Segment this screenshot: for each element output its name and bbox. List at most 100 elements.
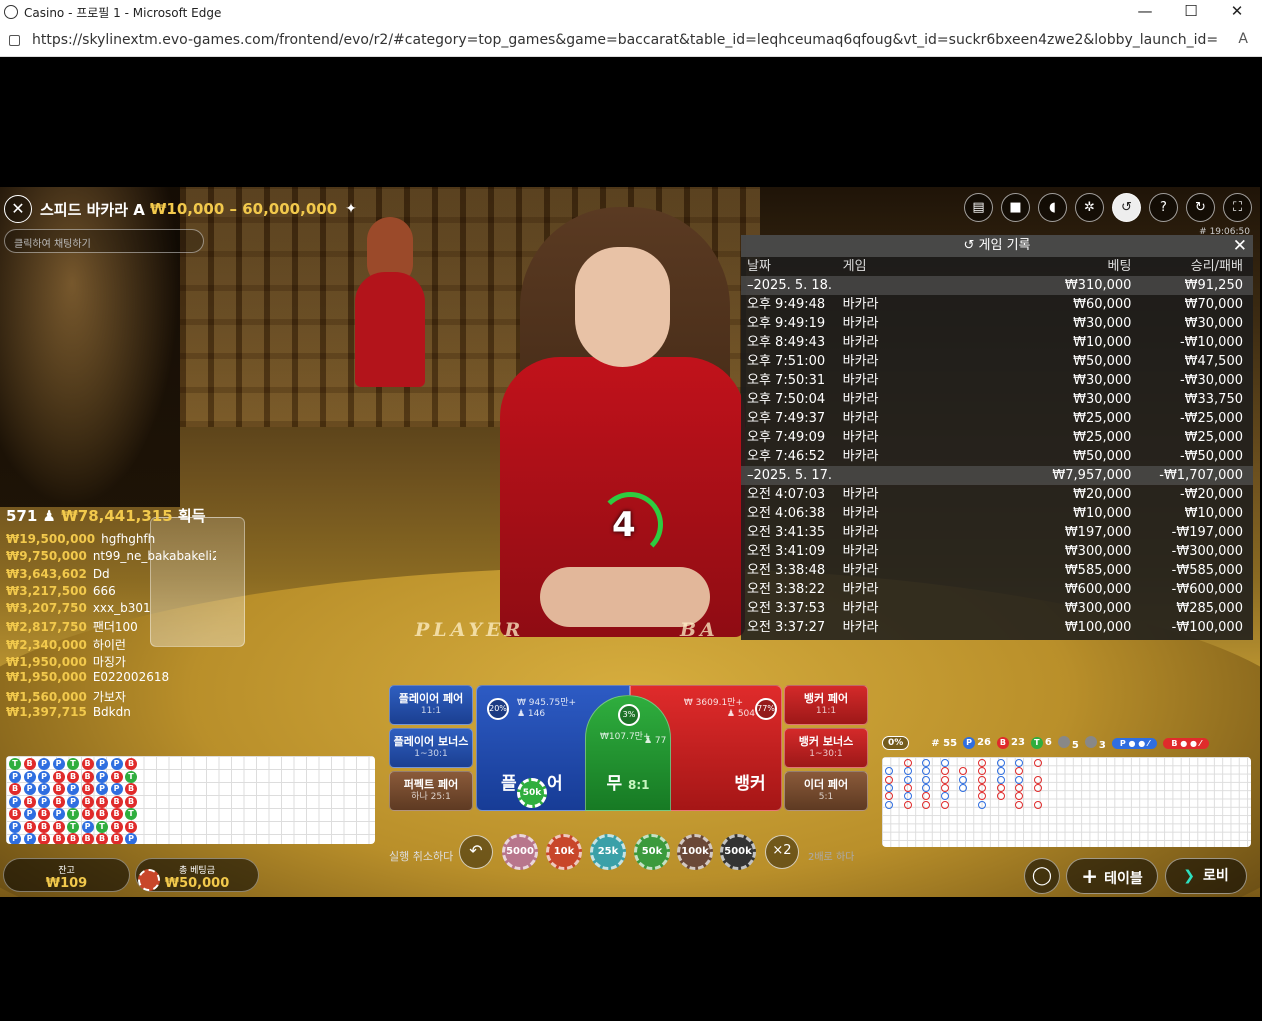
- history-icon[interactable]: ↺: [1112, 193, 1141, 222]
- history-row: 오후 7:46:52 바카라 ₩50,000 -₩50,000: [741, 447, 1253, 466]
- winners-list: 571 ♟ ₩78,441,315 획득 ₩19,500,000 hgfhghfh…: [6, 505, 216, 722]
- history-cell-game: 바카라: [842, 563, 879, 578]
- maximize-button[interactable]: ☐: [1168, 0, 1214, 24]
- history-cell-bet: ₩300,000: [1064, 601, 1132, 616]
- bead-result: B: [9, 808, 21, 820]
- chip-500k[interactable]: 500k: [720, 834, 756, 870]
- big-road-circle: [978, 783, 986, 792]
- balance-pill: 잔고 ₩109: [3, 858, 130, 892]
- big-road-circle: [978, 775, 986, 784]
- history-cell-date: 오후 7:51:00: [747, 354, 826, 369]
- banker-bonus-bet[interactable]: 뱅커 보너스 1~30:1: [784, 728, 868, 768]
- close-history-icon[interactable]: ✕: [1233, 235, 1247, 257]
- chip-50k[interactable]: 50k: [634, 834, 670, 870]
- history-cell-date: 오전 3:41:09: [747, 544, 826, 559]
- perfect-pair-odds: 하나 25:1: [411, 792, 451, 802]
- winner-row: ₩2,817,750 팬더100: [6, 618, 216, 635]
- bead-result: B: [23, 758, 36, 770]
- history-rows: –2025. 5. 18. ₩310,000 ₩91,250 오후 9:49:48 바카…: [741, 276, 1253, 637]
- read-aloud-icon[interactable]: A: [1238, 31, 1248, 47]
- lobby-button[interactable]: ❯ 로비: [1165, 858, 1247, 894]
- bead-result: B: [81, 795, 94, 808]
- big-road-circle: [922, 800, 931, 809]
- bead-result: B: [52, 795, 65, 808]
- bead-result: T: [67, 808, 79, 820]
- table-button[interactable]: + 테이블: [1066, 858, 1158, 894]
- big-road-circle: [1033, 800, 1042, 809]
- video-icon[interactable]: ■: [1001, 193, 1030, 222]
- bead-result: P: [110, 783, 123, 795]
- history-row: 오전 4:06:38 바카라 ₩10,000 ₩10,000: [741, 504, 1253, 523]
- pair-dot-icon-2: [1084, 735, 1097, 748]
- tie-count: ♟ 77: [644, 736, 667, 746]
- history-row: 오후 9:49:48 바카라 ₩60,000 ₩70,000: [741, 295, 1253, 314]
- history-cell-bet: ₩310,000: [1064, 278, 1132, 293]
- sound-icon[interactable]: ◖: [1038, 193, 1067, 222]
- pair-dot-icon: [1057, 735, 1070, 748]
- winner-amount: ₩3,207,750: [6, 601, 87, 616]
- address-bar[interactable]: https://skylinextm.evo-games.com/fronten…: [0, 24, 1262, 57]
- rotate-icon[interactable]: ↻: [1186, 193, 1215, 222]
- bet-limits[interactable]: ₩10,000 – 60,000,000: [150, 200, 337, 218]
- stat-tie: T6: [1030, 737, 1052, 749]
- close-window-button[interactable]: ✕: [1214, 0, 1260, 24]
- player-pair-bet[interactable]: 플레이어 페어 11:1: [389, 685, 473, 725]
- bead-result: P: [38, 770, 50, 783]
- chip-100k[interactable]: 100k: [677, 834, 713, 870]
- undo-button[interactable]: ↶: [459, 835, 493, 869]
- history-cell-date: 오후 7:50:04: [747, 392, 826, 407]
- history-panel: ↺ 게임 기록 ✕ 날짜 게임 베팅 승리/패배 –2025. 5. 18. ₩3…: [741, 235, 1253, 640]
- history-cell-result: ₩33,750: [1184, 392, 1243, 407]
- chip-settings-icon[interactable]: ◯: [1024, 858, 1060, 894]
- bead-road[interactable]: TPBPBPPBPPBPBPPPPPBBBPBBBPBBTBPPTTBBBBBB…: [6, 756, 375, 844]
- big-road-circle: [940, 783, 949, 792]
- player-dot-icon: P: [963, 737, 976, 749]
- player-bonus-bet[interactable]: 플레이어 보너스 1~30:1: [389, 728, 473, 768]
- history-cell-game: 바카라: [842, 316, 879, 331]
- chat-icon[interactable]: ▤: [964, 193, 993, 222]
- history-cell-bet: ₩30,000: [1073, 316, 1132, 331]
- big-road[interactable]: [882, 757, 1251, 847]
- settings-gear-icon[interactable]: ✲: [1075, 193, 1104, 222]
- chip-5000[interactable]: 5000: [502, 834, 538, 870]
- history-cell-result: ₩285,000: [1176, 601, 1243, 616]
- bead-result: B: [81, 783, 94, 795]
- tie-bet-area[interactable]: 3% ₩107.7만+ ♟ 77 무 8:1: [585, 695, 671, 811]
- tie-odds: 8:1: [628, 778, 650, 792]
- history-cell-result: -₩10,000: [1179, 335, 1243, 350]
- minimize-button[interactable]: —: [1122, 0, 1168, 24]
- chip-25k[interactable]: 25k: [590, 834, 626, 870]
- banker-predict-button[interactable]: B ● ● ⁄: [1163, 737, 1210, 749]
- winner-row: ₩3,207,750 xxx_b301: [6, 601, 216, 618]
- bead-result: B: [96, 795, 108, 808]
- chat-input[interactable]: 클릭하여 채팅하기: [4, 229, 204, 253]
- banker-pair-bet[interactable]: 뱅커 페어 11:1: [784, 685, 868, 725]
- either-pair-bet[interactable]: 이더 페어 5:1: [784, 771, 868, 811]
- history-row: 오후 8:49:43 바카라 ₩10,000 -₩10,000: [741, 333, 1253, 352]
- bead-result: B: [125, 820, 137, 833]
- fullscreen-icon[interactable]: ⛶: [1223, 193, 1252, 222]
- pin-icon[interactable]: ✦: [345, 201, 357, 217]
- url-text[interactable]: https://skylinextm.evo-games.com/fronten…: [32, 32, 1218, 48]
- big-road-circle: [1033, 783, 1042, 792]
- player-predict-button[interactable]: P ● ● ⁄: [1111, 737, 1158, 749]
- history-cell-result: ₩91,250: [1184, 278, 1243, 293]
- bead-result: B: [81, 808, 94, 820]
- perfect-pair-bet[interactable]: 퍼펙트 페어 하나 25:1: [389, 771, 473, 811]
- help-icon[interactable]: ?: [1149, 193, 1178, 222]
- history-row: 오후 9:49:19 바카라 ₩30,000 ₩30,000: [741, 314, 1253, 333]
- history-cell-bet: ₩300,000: [1064, 544, 1132, 559]
- winner-name: nt99_ne_bakabakeli2: [92, 549, 216, 564]
- lock-icon: [9, 34, 20, 46]
- close-game-button[interactable]: ✕: [4, 195, 32, 223]
- bead-result: B: [38, 820, 50, 833]
- big-road-circle: [996, 783, 1005, 792]
- winner-name: xxx_b301: [92, 601, 151, 616]
- chip-10k[interactable]: 10k: [546, 834, 582, 870]
- player-count: ♟ 146: [517, 709, 546, 719]
- undo-label: 실행 취소하다: [389, 850, 454, 863]
- double-button[interactable]: ×2: [765, 835, 799, 869]
- stat-bpair-count: 3: [1098, 739, 1106, 751]
- winner-name: Dd: [92, 566, 110, 581]
- history-cell-result: -₩197,000: [1171, 525, 1243, 540]
